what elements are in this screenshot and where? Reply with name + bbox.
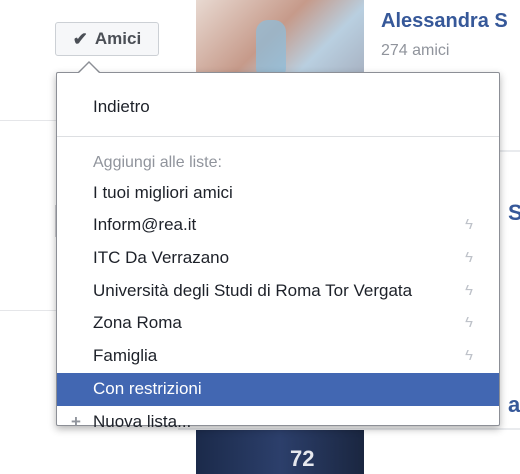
menu-item-list[interactable]: Zona Roma ϟ: [57, 307, 499, 340]
next-friend-name-peek[interactable]: S: [508, 200, 520, 226]
friend-name[interactable]: Alessandra S: [381, 10, 508, 33]
friend-count: 274 amici: [381, 42, 450, 59]
new-list-label: Nuova lista...: [93, 411, 192, 431]
menu-item-list[interactable]: Famiglia ϟ: [57, 340, 499, 373]
friends-button-label: Amici: [94, 29, 142, 48]
list-label: I tuoi migliori amici: [93, 182, 233, 202]
bolt-icon: ϟ: [465, 314, 473, 332]
menu-item-list[interactable]: Inform@rea.it ϟ: [57, 209, 499, 242]
menu-item-new-list[interactable]: + Nuova lista...: [57, 406, 499, 439]
list-label: Università degli Studi di Roma Tor Verga…: [93, 280, 413, 300]
menu-item-list[interactable]: ITC Da Verrazano ϟ: [57, 242, 499, 275]
plus-icon: +: [71, 411, 81, 431]
menu-item-restricted[interactable]: Con restrizioni: [57, 372, 499, 406]
list-label: Inform@rea.it: [93, 215, 197, 235]
bolt-icon: ϟ: [465, 249, 473, 267]
menu-caret-fill: [79, 63, 99, 73]
menu-item-list[interactable]: I tuoi migliori amici: [57, 177, 499, 210]
list-label: ITC Da Verrazano: [93, 248, 230, 268]
next-friend-name-peek[interactable]: ar: [508, 392, 520, 418]
friend-lists-menu: Indietro Aggiungi alle liste: I tuoi mig…: [56, 72, 500, 431]
bolt-icon: ϟ: [465, 216, 473, 234]
menu-divider: [57, 135, 499, 137]
menu-item-list[interactable]: Università degli Studi di Roma Tor Verga…: [57, 275, 499, 308]
bolt-icon: ϟ: [465, 281, 473, 299]
list-label: Con restrizioni: [93, 378, 202, 398]
friends-button[interactable]: ✔ Amici: [55, 22, 159, 56]
list-label: Famiglia: [93, 346, 158, 366]
list-label: Zona Roma: [93, 313, 182, 333]
menu-item-back[interactable]: Indietro: [57, 91, 499, 124]
check-icon: ✔: [72, 28, 88, 49]
bolt-icon: ϟ: [465, 347, 473, 365]
menu-heading-lists: Aggiungi alle liste:: [93, 153, 222, 171]
jersey-number: 72: [290, 446, 315, 471]
